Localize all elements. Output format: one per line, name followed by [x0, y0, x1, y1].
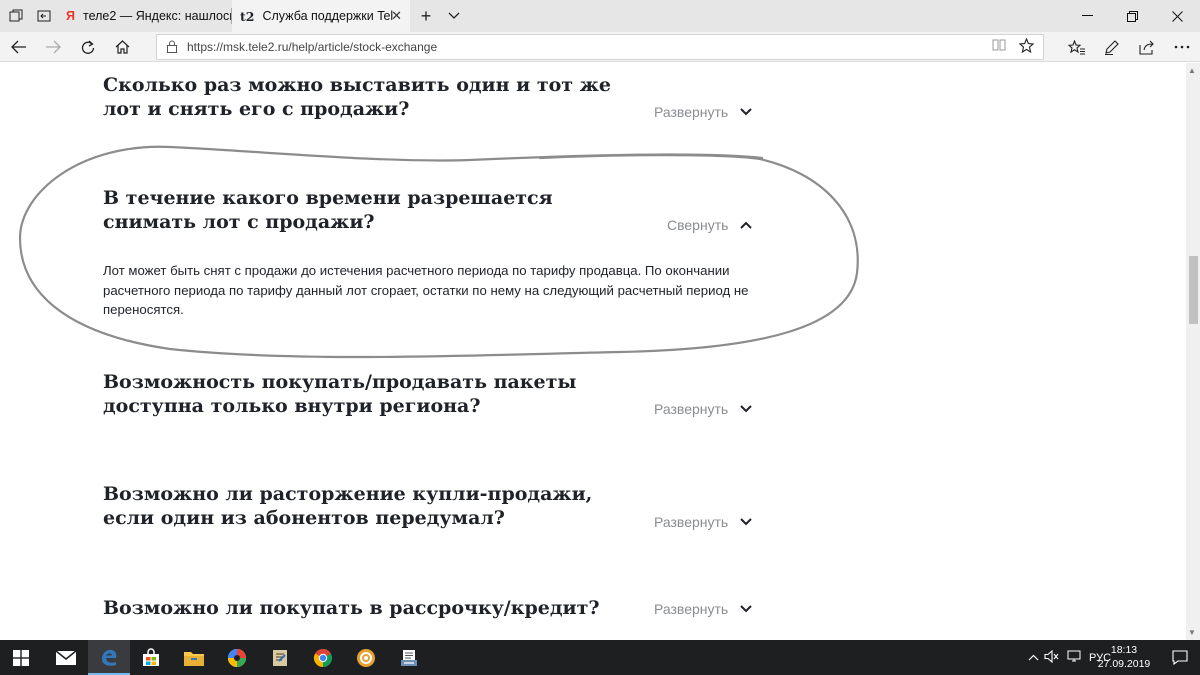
faq-question-3[interactable]: Возможность покупать/продавать пакеты до… [103, 370, 643, 418]
refresh-icon[interactable] [71, 32, 105, 62]
scroll-down-arrow-icon[interactable]: ▼ [1188, 628, 1196, 637]
chrome-icon[interactable] [302, 640, 344, 675]
yandex-favicon-icon: Я [66, 9, 75, 23]
collapse-label: Свернуть [667, 217, 729, 233]
set-aside-tabs-icon[interactable] [30, 0, 58, 32]
hand-drawn-circle-annotation [18, 145, 859, 359]
star-favorite-icon[interactable] [1018, 37, 1035, 56]
notifications-icon[interactable] [1160, 640, 1200, 675]
windows-taskbar: РУС 18:13 27.09.2019 [0, 640, 1200, 675]
document-app-icon[interactable] [259, 640, 301, 675]
tab-tele2-support[interactable]: t2 Служба поддержки Tel ✕ [232, 0, 410, 32]
expand-label: Развернуть [654, 401, 729, 417]
store-icon[interactable] [130, 640, 172, 675]
file-explorer-icon[interactable] [173, 640, 215, 675]
navigation-bar: https://msk.tele2.ru/help/article/stock-… [0, 32, 1200, 62]
faq-question-1[interactable]: Сколько раз можно выставить один и тот ж… [103, 73, 643, 121]
close-window-icon[interactable] [1155, 0, 1200, 32]
address-bar[interactable]: https://msk.tele2.ru/help/article/stock-… [156, 34, 1044, 60]
windows-start-icon[interactable] [0, 640, 42, 675]
faq-answer-2: Лот может быть снят с продажи до истечен… [103, 263, 749, 317]
page-scrollbar[interactable]: ▲ ▼ [1186, 63, 1200, 640]
faq-question-5[interactable]: Возможно ли покупать в рассрочку/кредит? [103, 596, 643, 620]
edge-browser-icon[interactable] [88, 640, 130, 675]
chevron-down-icon [740, 605, 752, 613]
scroll-up-arrow-icon[interactable]: ▲ [1188, 66, 1196, 75]
lock-icon [167, 40, 177, 56]
back-arrow-icon[interactable] [2, 32, 36, 62]
home-icon[interactable] [105, 32, 139, 62]
chevron-down-icon[interactable] [440, 0, 468, 32]
forward-arrow-icon[interactable] [36, 32, 70, 62]
settings-gear-icon[interactable] [345, 640, 387, 675]
faq-toggle-5[interactable]: Развернуть [654, 601, 752, 617]
faq-toggle-1[interactable]: Развернуть [654, 104, 752, 120]
reading-view-icon[interactable] [992, 38, 1006, 55]
mail-icon[interactable] [45, 640, 87, 675]
more-options-icon[interactable] [1165, 32, 1199, 62]
faq-toggle-3[interactable]: Развернуть [654, 401, 752, 417]
plus-icon[interactable]: + [412, 0, 440, 32]
url-text: https://msk.tele2.ru/help/article/stock-… [187, 40, 438, 54]
clock[interactable]: 18:13 27.09.2019 [1093, 643, 1155, 671]
expand-label: Развернуть [654, 514, 729, 530]
faq-question-4[interactable]: Возможно ли расторжение купли-продажи, е… [103, 482, 643, 530]
close-icon[interactable]: ✕ [391, 8, 402, 24]
chevron-up-icon[interactable] [1025, 652, 1041, 664]
clock-date: 27.09.2019 [1097, 658, 1151, 670]
tab-yandex[interactable]: Я теле2 — Яндекс: нашлось [58, 0, 231, 32]
pen-notes-icon[interactable] [1095, 32, 1129, 62]
picasa-photos-icon[interactable] [216, 640, 258, 675]
chevron-down-icon [740, 108, 752, 116]
restore-icon[interactable] [1110, 0, 1155, 32]
scrollbar-thumb[interactable] [1189, 256, 1198, 324]
tele2-favicon-icon: t2 [240, 8, 255, 24]
chevron-down-icon [740, 405, 752, 413]
expand-label: Развернуть [654, 104, 729, 120]
chevron-up-icon [740, 221, 753, 229]
clock-time: 18:13 [1110, 644, 1138, 656]
volume-muted-icon[interactable] [1041, 649, 1063, 666]
scanner-app-icon[interactable] [388, 640, 430, 675]
expand-label: Развернуть [654, 601, 729, 617]
tab-title: теле2 — Яндекс: нашлось [82, 9, 231, 23]
tab-bar: Я теле2 — Яндекс: нашлось t2 Служба подд… [0, 0, 1200, 32]
favorites-hub-icon[interactable] [1060, 32, 1094, 62]
share-icon[interactable] [1130, 32, 1164, 62]
tab-title: Служба поддержки Tel [262, 9, 394, 23]
faq-toggle-4[interactable]: Развернуть [654, 514, 752, 530]
minimize-icon[interactable] [1065, 0, 1110, 32]
faq-toggle-2[interactable]: Свернуть [667, 217, 753, 233]
tab-actions-icon[interactable] [2, 0, 30, 32]
chevron-down-icon [740, 518, 752, 526]
network-icon[interactable] [1063, 649, 1085, 666]
page-content: Сколько раз можно выставить один и тот ж… [0, 63, 1186, 640]
faq-question-2[interactable]: В течение какого времени разрешается сни… [103, 186, 643, 234]
